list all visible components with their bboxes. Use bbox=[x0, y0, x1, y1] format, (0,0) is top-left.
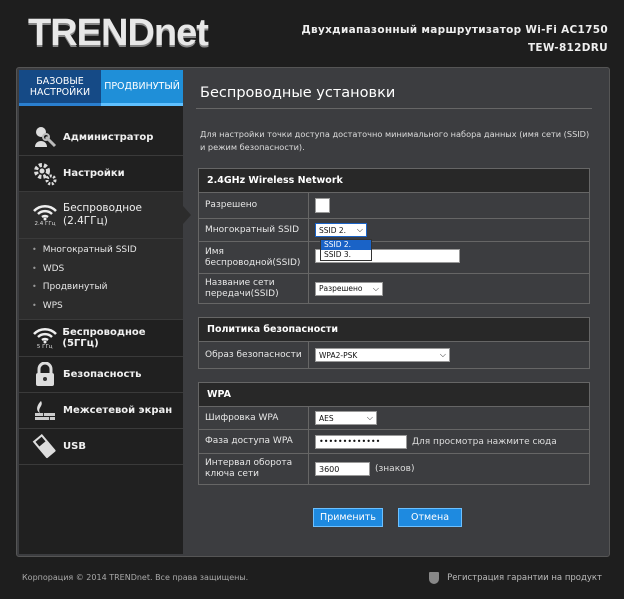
sidebar: БАЗОВЫЕ НАСТРОЙКИ ПРОДВИНУТЫЙ Администра… bbox=[19, 70, 191, 554]
wireless-submenu: Многократный SSID WDS Продвинутый WPS bbox=[19, 239, 183, 320]
multi-ssid-label: Многократный SSID bbox=[199, 219, 309, 241]
submenu-wps[interactable]: WPS bbox=[19, 297, 183, 316]
multi-ssid-options[interactable]: SSID 2. SSID 3. bbox=[320, 239, 372, 261]
sidebar-item-label: USB bbox=[63, 441, 86, 452]
copyright-text: Корпорация © 2014 TRENDnet. Все права за… bbox=[22, 573, 249, 582]
wpa-passphrase-label: Фаза доступа WPA bbox=[199, 430, 309, 453]
chevron-down-icon: ⌵ bbox=[372, 283, 379, 293]
wpa-cipher-select[interactable]: AES ⌵ bbox=[315, 411, 377, 425]
wifi-icon: 2.4 ГГц bbox=[29, 200, 61, 230]
option-ssid-2[interactable]: SSID 2. bbox=[321, 240, 371, 250]
sidebar-item-wireless-5[interactable]: 5 ГГц Беспроводное (5ГГц) bbox=[19, 320, 183, 357]
warranty-label: Регистрация гарантии на продукт bbox=[447, 573, 602, 583]
intro-text: Для настройки точки доступа достаточно м… bbox=[200, 129, 590, 152]
submenu-wds[interactable]: WDS bbox=[19, 260, 183, 279]
enabled-checkbox[interactable] bbox=[315, 198, 330, 213]
page-title: Беспроводные установки bbox=[200, 85, 396, 101]
option-ssid-3[interactable]: SSID 3. bbox=[321, 250, 371, 260]
sidebar-item-settings[interactable]: Настройки bbox=[19, 156, 183, 192]
warranty-registration-link[interactable]: Регистрация гарантии на продукт bbox=[429, 572, 602, 584]
cancel-button[interactable]: Отмена bbox=[398, 508, 462, 527]
sidebar-item-label: Беспроводное (2.4ГГц) bbox=[63, 202, 143, 227]
chevron-down-icon: ⌵ bbox=[366, 413, 373, 422]
rekey-unit: (знаков) bbox=[375, 464, 415, 474]
security-mode-label: Образ безопасности bbox=[199, 342, 309, 368]
sidebar-item-administrator[interactable]: Администратор bbox=[19, 120, 183, 156]
show-passphrase-link[interactable]: Для просмотра нажмите сюда bbox=[412, 437, 557, 447]
sidebar-item-security[interactable]: Безопасность bbox=[19, 357, 183, 393]
enabled-label: Разрешено bbox=[199, 193, 309, 218]
shield-icon bbox=[429, 572, 440, 584]
submenu-advanced[interactable]: Продвинутый bbox=[19, 278, 183, 297]
sidebar-item-usb[interactable]: USB bbox=[19, 429, 183, 465]
submenu-multi-ssid[interactable]: Многократный SSID bbox=[19, 241, 183, 260]
title-divider bbox=[196, 108, 592, 109]
sidebar-item-wireless-24[interactable]: 2.4 ГГц Беспроводное (2.4ГГц) bbox=[19, 192, 191, 239]
sidebar-item-label: Беспроводное (5ГГц) bbox=[62, 327, 146, 349]
mode-tabs: БАЗОВЫЕ НАСТРОЙКИ ПРОДВИНУТЫЙ bbox=[19, 70, 183, 106]
admin-wrench-icon bbox=[29, 123, 61, 153]
broadcast-ssid-label: Название сети передачи(SSID) bbox=[199, 274, 309, 303]
ssid-label: Имя беспроводной(SSID) bbox=[199, 242, 309, 273]
apply-button[interactable]: Применить bbox=[313, 508, 383, 527]
model-title-line1: Двухдиапазонный маршрутизатор Wi-Fi AC17… bbox=[301, 24, 608, 36]
multi-ssid-select[interactable]: SSID 2. ⌵ bbox=[315, 223, 367, 237]
firewall-icon bbox=[29, 396, 61, 426]
section-heading: Политика безопасности bbox=[199, 318, 589, 341]
wifi-band-caption: 5 ГГц bbox=[36, 344, 53, 350]
sidebar-item-label: Администратор bbox=[63, 132, 154, 143]
tab-advanced[interactable]: ПРОДВИНУТЫЙ bbox=[101, 70, 183, 106]
sidebar-item-label: Безопасность bbox=[63, 369, 142, 380]
wpa-cipher-label: Шифровка WPA bbox=[199, 407, 309, 429]
sidebar-item-label: Настройки bbox=[63, 168, 125, 179]
wpa-section: WPA Шифровка WPA AES ⌵ Фаза доступа WPA … bbox=[198, 382, 590, 485]
wireless-network-section: 2.4GHz Wireless Network Разрешено Многок… bbox=[198, 168, 590, 304]
wifi-icon: 5 ГГц bbox=[29, 323, 60, 353]
section-heading: 2.4GHz Wireless Network bbox=[199, 169, 589, 192]
sidebar-item-firewall[interactable]: Межсетевой экран bbox=[19, 393, 183, 429]
model-title: Двухдиапазонный маршрутизатор Wi-Fi AC17… bbox=[301, 21, 608, 57]
sidebar-item-label: Межсетевой экран bbox=[63, 405, 173, 416]
trendnet-logo: TRENDnet bbox=[28, 12, 209, 54]
chevron-down-icon: ⌵ bbox=[356, 225, 363, 234]
gears-icon bbox=[29, 159, 61, 189]
usb-icon bbox=[29, 432, 61, 462]
security-mode-select[interactable]: WPA2-PSK ⌵ bbox=[315, 348, 450, 362]
security-policy-section: Политика безопасности Образ безопасности… bbox=[198, 317, 590, 369]
rekey-interval-label: Интервал оборота ключа сети bbox=[199, 454, 309, 484]
broadcast-ssid-select[interactable]: Разрешено ⌵ bbox=[315, 281, 383, 296]
model-title-line2: TEW-812DRU bbox=[527, 42, 608, 54]
chevron-down-icon: ⌵ bbox=[439, 350, 446, 359]
rekey-interval-input[interactable]: 3600 bbox=[315, 462, 370, 476]
wifi-band-caption: 2.4 ГГц bbox=[34, 221, 56, 227]
wpa-passphrase-input[interactable]: ••••••••••••• bbox=[315, 434, 407, 449]
lock-icon bbox=[29, 360, 61, 390]
tab-basic-settings[interactable]: БАЗОВЫЕ НАСТРОЙКИ bbox=[19, 70, 101, 106]
section-heading: WPA bbox=[199, 383, 589, 406]
